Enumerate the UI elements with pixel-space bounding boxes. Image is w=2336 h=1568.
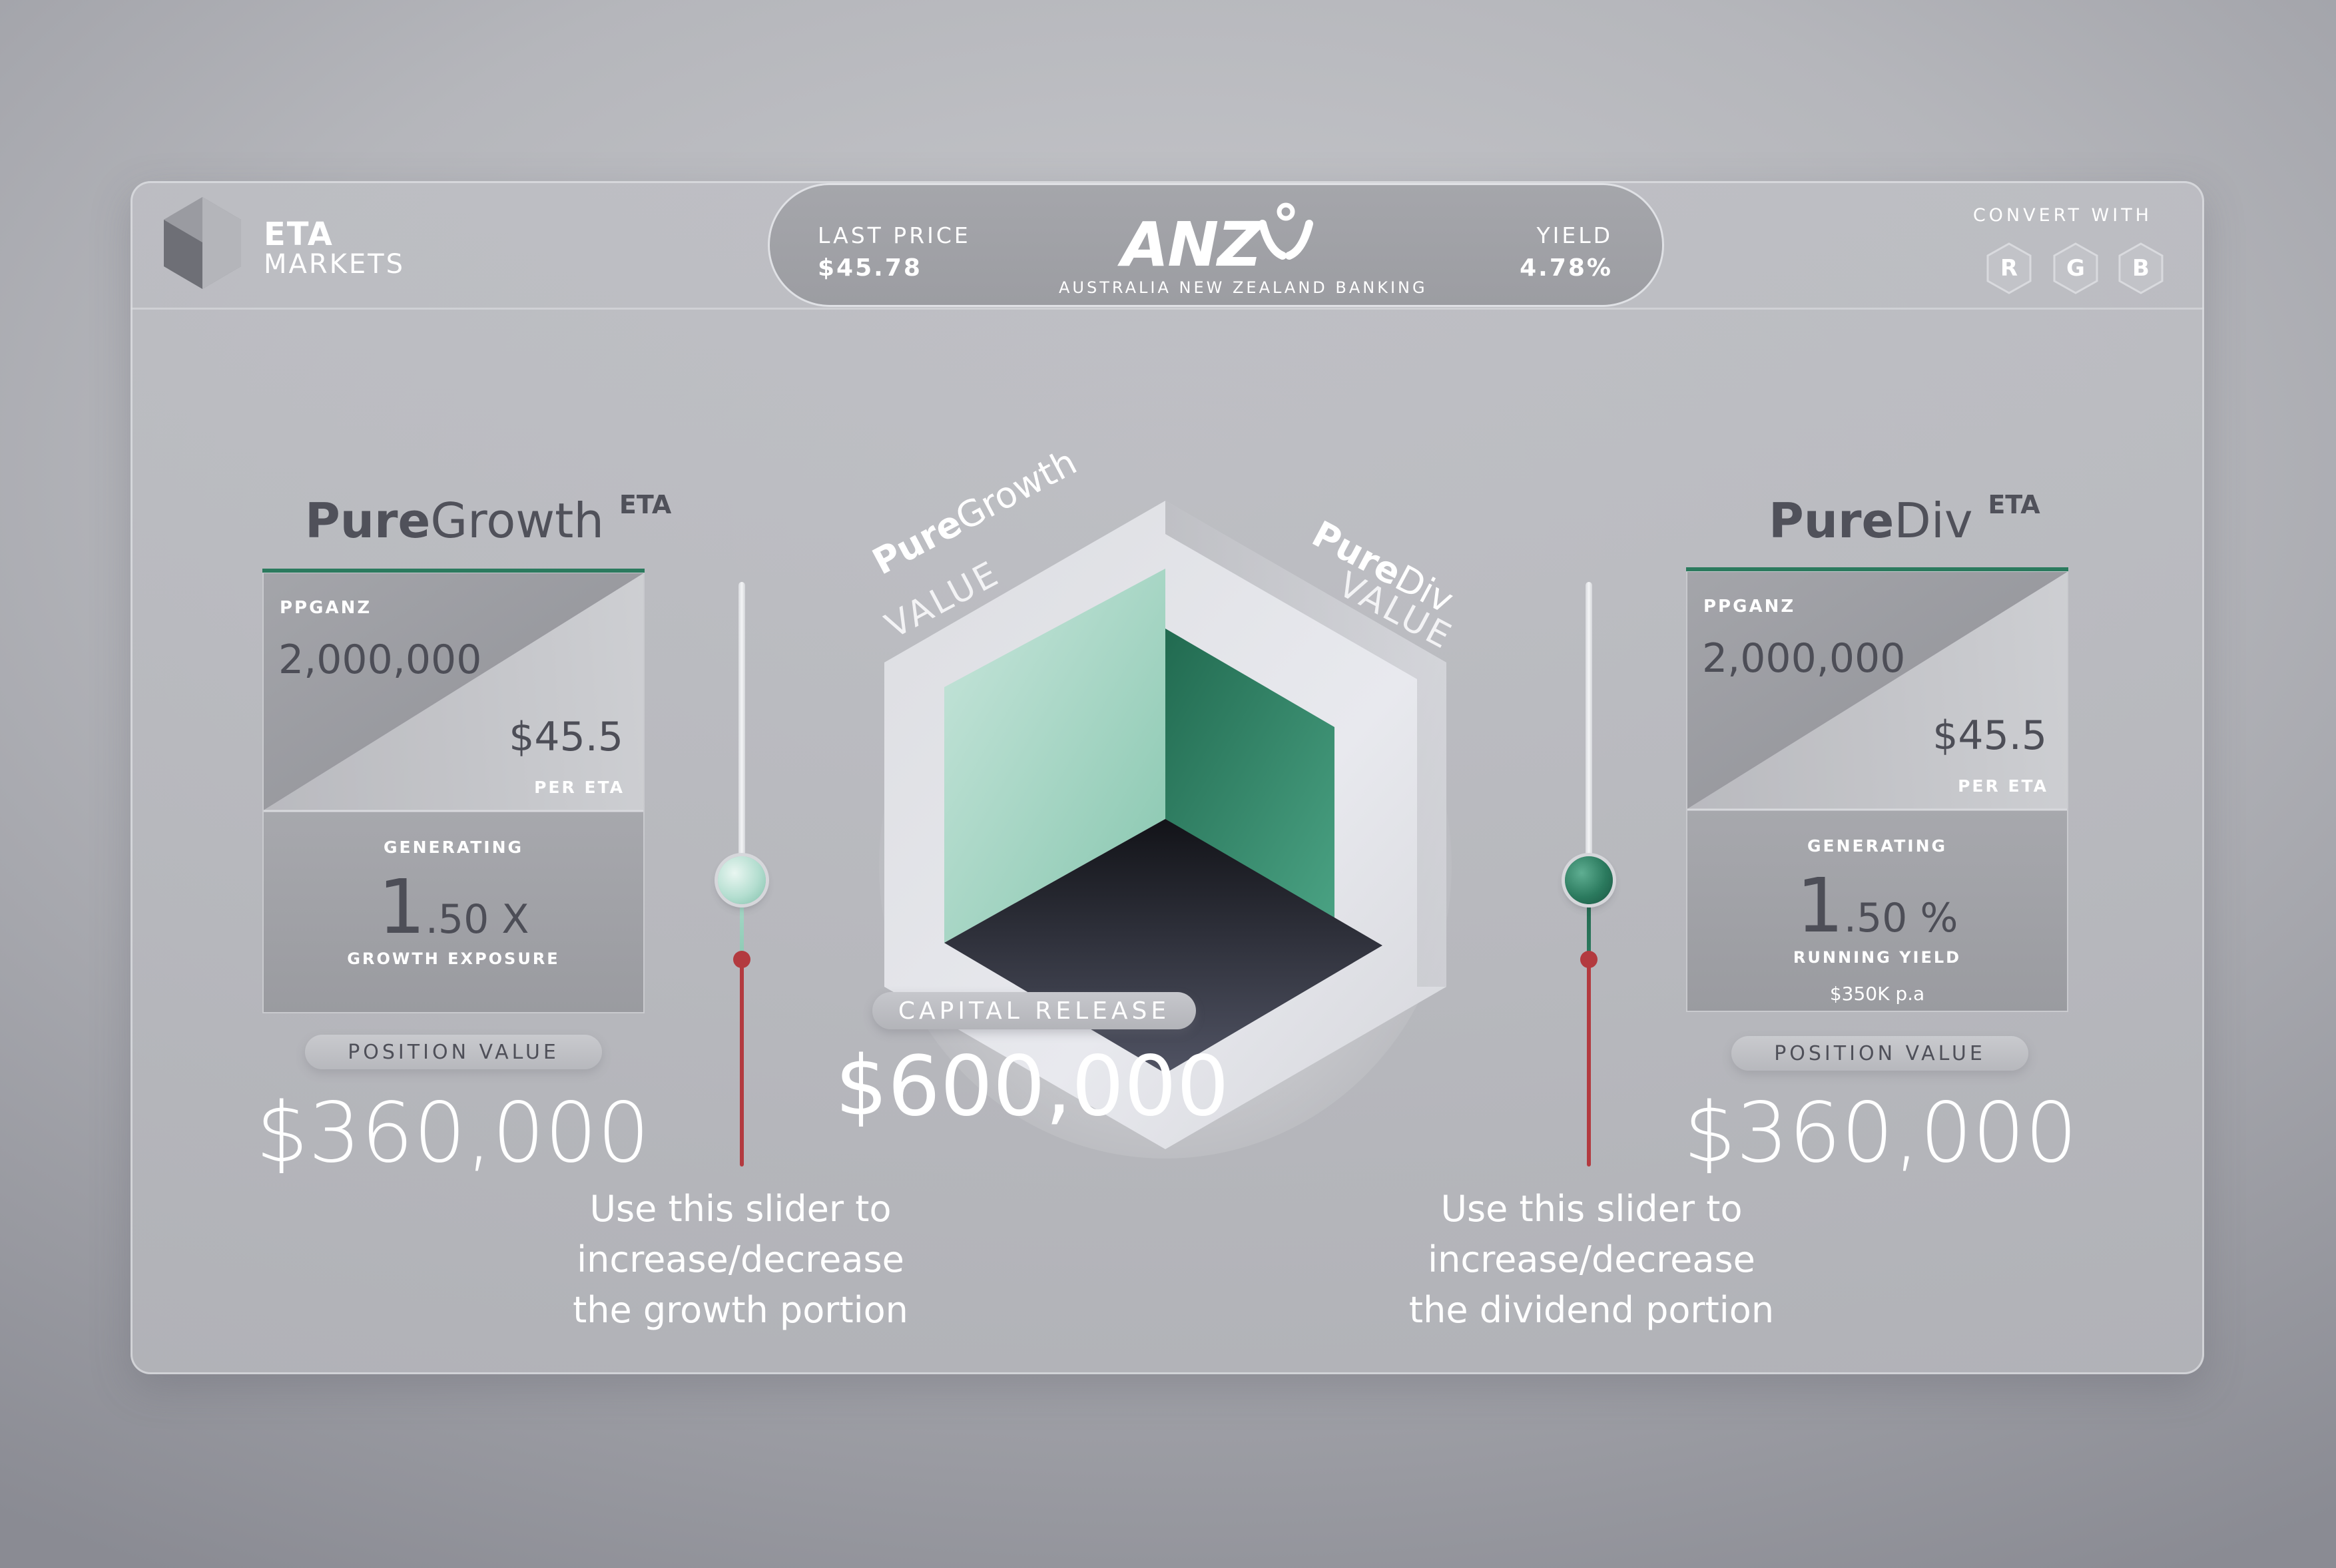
capital-release-label: CAPITAL RELEASE <box>872 992 1196 1029</box>
growth-slider-marker <box>733 951 750 968</box>
convert-with-label: CONVERT WITH <box>1972 205 2152 226</box>
growth-slider-lower <box>740 959 744 1167</box>
growth-position-label: POSITION VALUE <box>305 1035 602 1069</box>
div-slider-marker <box>1580 951 1598 968</box>
yield-label: YIELD <box>1536 222 1613 248</box>
div-ticker-code: PPGANZ <box>1703 597 1796 617</box>
yield-value: 4.78% <box>1520 254 1613 282</box>
div-per-eta-label: PER ETA <box>1958 776 2048 796</box>
div-generating-label: GENERATING <box>1807 836 1948 856</box>
div-card: PPGANZ 2,000,000 $45.5 PER ETA GENERATIN… <box>1686 567 2068 1012</box>
div-price: $45.5 <box>1932 712 2047 759</box>
growth-slider-help: Use this slider to increase/decrease the… <box>573 1188 908 1331</box>
div-slider-lower <box>1587 959 1591 1167</box>
div-yield: 1.50 % <box>1796 863 1958 949</box>
growth-card-title: PureGrowth ETA <box>305 490 672 549</box>
growth-multiple: 1.50 X <box>378 864 529 951</box>
brand-name-line1: ETA <box>264 216 334 253</box>
div-card-title: PureDiv ETA <box>1769 490 2040 549</box>
convert-b-button[interactable]: B <box>2118 242 2164 294</box>
div-slider-track[interactable] <box>1586 582 1592 868</box>
capital-release-value: $600,000 <box>835 1039 1229 1135</box>
growth-slider-track[interactable] <box>738 582 745 868</box>
growth-slider-handle[interactable] <box>718 856 766 904</box>
anz-people-icon <box>1259 202 1313 260</box>
div-metric-label: RUNNING YIELD <box>1793 948 1962 967</box>
div-position-label: POSITION VALUE <box>1731 1036 2028 1071</box>
brand-name-line2: MARKETS <box>264 249 405 280</box>
growth-card: PPGANZ 2,000,000 $45.5 PER ETA GENERATIN… <box>262 569 645 1013</box>
div-units: 2,000,000 <box>1702 635 1906 682</box>
div-annual-income: $350K p.a <box>1829 983 1925 1005</box>
anz-logo-text: ANZ <box>1121 209 1262 280</box>
eta-logo-icon <box>164 197 241 289</box>
convert-r-button[interactable]: R <box>1986 242 2032 294</box>
growth-per-eta-label: PER ETA <box>534 778 625 797</box>
growth-units: 2,000,000 <box>278 637 482 683</box>
div-slider-handle[interactable] <box>1565 856 1613 904</box>
growth-generating-label: GENERATING <box>383 838 524 857</box>
growth-metric-label: GROWTH EXPOSURE <box>347 949 560 968</box>
last-price-label: LAST PRICE <box>818 222 971 248</box>
growth-position-value: $360,000 <box>256 1085 650 1181</box>
growth-price: $45.5 <box>509 714 623 760</box>
div-position-value: $360,000 <box>1683 1085 2078 1181</box>
convert-g-button[interactable]: G <box>2052 242 2099 294</box>
div-slider-help: Use this slider to increase/decrease the… <box>1408 1188 1775 1331</box>
company-full-name: AUSTRALIA NEW ZEALAND BANKING <box>1059 278 1428 297</box>
last-price-value: $45.78 <box>818 254 922 282</box>
growth-ticker-code: PPGANZ <box>280 598 372 618</box>
stock-ticker: LAST PRICE $45.78 ANZ AUSTRALIA NEW ZEAL… <box>770 185 1662 305</box>
